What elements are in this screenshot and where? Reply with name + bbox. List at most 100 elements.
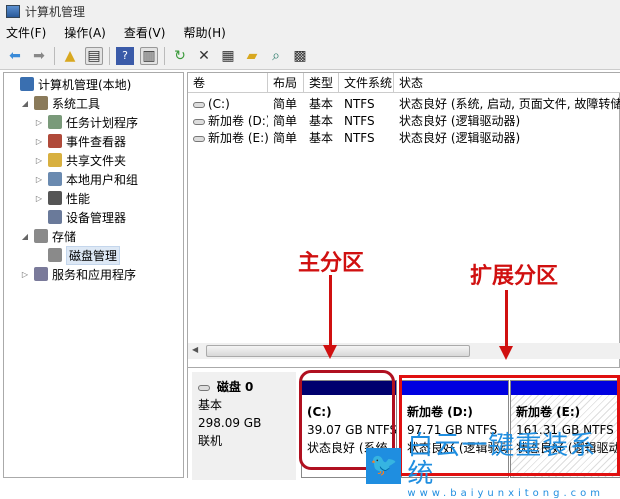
table-cell: (C:) xyxy=(188,95,268,113)
refresh-icon[interactable]: ↻ xyxy=(171,47,189,65)
table-cell: 基本 xyxy=(304,112,339,130)
tree-node-icon xyxy=(48,134,62,148)
disk-type: 基本 xyxy=(198,398,223,412)
show-hide-tree-icon[interactable]: ▤ xyxy=(85,46,103,65)
table-row[interactable]: 新加卷 (E:) 简单 基本 NTFS 状态良好 (逻辑驱动器) xyxy=(188,129,620,147)
cell-text: 状态良好 (逻辑驱动器) xyxy=(399,114,521,128)
drive-icon xyxy=(193,101,205,108)
cell-text: 新加卷 (E:) xyxy=(208,131,268,145)
search-icon[interactable]: ⌕ xyxy=(267,47,285,65)
expand-toggle-icon[interactable]: ▷ xyxy=(20,270,30,279)
menu-action[interactable]: 操作(A) xyxy=(64,24,106,41)
delete-icon[interactable]: ✕ xyxy=(195,47,213,65)
tree-item-label: 存储 xyxy=(52,229,77,244)
cell-text: 基本 xyxy=(309,114,334,128)
properties-icon[interactable]: ▦ xyxy=(219,47,237,65)
table-cell: 新加卷 (E:) xyxy=(188,129,268,147)
horizontal-scrollbar[interactable]: ◀ xyxy=(188,343,620,359)
toolbar: ⬅ ➡ ▲ ▤ ? ▥ ↻ ✕ ▦ ▰ ⌕ ▩ xyxy=(0,42,620,70)
cell-text: 简单 xyxy=(273,114,298,128)
cell-text: 简单 xyxy=(273,97,298,111)
tree-item[interactable]: 设备管理器 xyxy=(34,208,126,226)
computer-management-icon xyxy=(6,4,20,18)
tree-item-label: 设备管理器 xyxy=(66,210,127,225)
table-cell: 简单 xyxy=(268,95,304,113)
expand-toggle-icon[interactable]: ◢ xyxy=(20,99,30,108)
cell-text: NTFS xyxy=(344,97,375,111)
column-layout[interactable]: 布局 xyxy=(268,73,304,92)
tree-item[interactable]: ▷ 服务和应用程序 xyxy=(20,265,136,283)
tree-node-icon xyxy=(34,96,48,110)
cell-text: 新加卷 (D:) xyxy=(208,114,268,128)
tree-item-label: 性能 xyxy=(66,191,91,206)
tree-item[interactable]: 磁盘管理 xyxy=(34,245,121,265)
column-volume[interactable]: 卷 xyxy=(188,73,268,92)
table-cell: 状态良好 (系统, 启动, 页面文件, 故障转储, 主 xyxy=(394,95,620,113)
column-status[interactable]: 状态 xyxy=(394,73,620,92)
menu-file[interactable]: 文件(F) xyxy=(6,24,46,41)
disk-name: 磁盘 0 xyxy=(216,380,254,394)
back-icon[interactable]: ⬅ xyxy=(6,47,24,65)
table-cell: 基本 xyxy=(304,95,339,113)
drive-icon xyxy=(193,135,205,142)
table-cell: NTFS xyxy=(339,112,394,130)
extended-arrow-head xyxy=(499,346,513,360)
tree-item-label: 磁盘管理 xyxy=(66,245,121,265)
forward-icon[interactable]: ➡ xyxy=(30,47,48,65)
up-folder-icon[interactable]: ▲ xyxy=(61,47,79,65)
primary-partition-label: 主分区 xyxy=(298,250,365,276)
tree-item[interactable]: ◢ 系统工具 xyxy=(20,94,100,112)
cell-text: 状态良好 (逻辑驱动器) xyxy=(399,131,521,145)
extended-partition-label: 扩展分区 xyxy=(470,263,559,289)
disk-icon xyxy=(198,384,210,391)
disk-size: 298.09 GB xyxy=(198,416,262,430)
watermark-title: 白云一键重装系统 xyxy=(407,431,597,489)
tree-item[interactable]: ◢ 存储 xyxy=(20,227,76,245)
column-type[interactable]: 类型 xyxy=(304,73,339,92)
help-icon[interactable]: ? xyxy=(116,46,134,65)
scrollbar-thumb[interactable] xyxy=(206,345,470,357)
tree-item[interactable]: ▷ 共享文件夹 xyxy=(34,151,126,169)
table-row[interactable]: 新加卷 (D:) 简单 基本 NTFS 状态良好 (逻辑驱动器) xyxy=(188,112,620,130)
settings-icon[interactable]: ▩ xyxy=(291,47,309,65)
open-folder-icon[interactable]: ▰ xyxy=(243,47,261,65)
tree-item[interactable]: ▷ 任务计划程序 xyxy=(34,113,138,131)
disk-0-info[interactable]: 磁盘 0 基本 298.09 GB 联机 xyxy=(192,372,296,480)
watermark-url: www.baiyunxitong.com xyxy=(407,488,605,499)
expand-toggle-icon[interactable]: ◢ xyxy=(20,232,30,241)
tree-item[interactable]: 计算机管理(本地) xyxy=(6,75,131,93)
show-hide-action-pane-icon[interactable]: ▥ xyxy=(140,46,158,65)
tree-item[interactable]: ▷ 性能 xyxy=(34,189,90,207)
cell-text: NTFS xyxy=(344,114,375,128)
tree-item[interactable]: ▷ 事件查看器 xyxy=(34,132,126,150)
navigation-tree: 计算机管理(本地) ◢ 系统工具 ▷ 任务计划程序 ▷ 事件查看器 ▷ 共享文件夹 ▷ 本地用户和组… xyxy=(3,72,184,478)
expand-toggle-icon[interactable]: ▷ xyxy=(34,137,44,146)
expand-toggle-icon[interactable]: ▷ xyxy=(34,175,44,184)
tree-node-icon xyxy=(48,115,62,129)
column-filesystem[interactable]: 文件系统 xyxy=(339,73,394,92)
menu-view[interactable]: 查看(V) xyxy=(124,24,166,41)
tree-item-label: 共享文件夹 xyxy=(66,153,127,168)
table-cell: 简单 xyxy=(268,129,304,147)
tree-node-icon xyxy=(48,153,62,167)
cell-text: (C:) xyxy=(208,97,230,111)
extended-arrow xyxy=(505,290,508,346)
tree-node-icon xyxy=(34,229,48,243)
tree-node-icon xyxy=(48,248,62,262)
tree-node-icon xyxy=(20,77,34,91)
tree-item-label: 事件查看器 xyxy=(66,134,127,149)
tree-item[interactable]: ▷ 本地用户和组 xyxy=(34,170,138,188)
scroll-left-icon[interactable]: ◀ xyxy=(192,345,198,354)
table-row[interactable]: (C:) 简单 基本 NTFS 状态良好 (系统, 启动, 页面文件, 故障转储, 主 xyxy=(188,95,620,113)
cell-text: 基本 xyxy=(309,97,334,111)
disk-status: 联机 xyxy=(198,434,223,448)
expand-toggle-icon[interactable]: ▷ xyxy=(34,194,44,203)
expand-toggle-icon[interactable]: ▷ xyxy=(34,156,44,165)
menu-help[interactable]: 帮助(H) xyxy=(183,24,225,41)
expand-toggle-icon[interactable]: ▷ xyxy=(34,118,44,127)
cell-text: 状态良好 (系统, 启动, 页面文件, 故障转储, 主 xyxy=(399,97,620,111)
table-cell: 基本 xyxy=(304,129,339,147)
watermark: 🐦 白云一键重装系统 www.baiyunxitong.com xyxy=(366,432,620,499)
primary-arrow-head xyxy=(323,345,337,359)
window-title: 计算机管理 xyxy=(25,4,86,19)
